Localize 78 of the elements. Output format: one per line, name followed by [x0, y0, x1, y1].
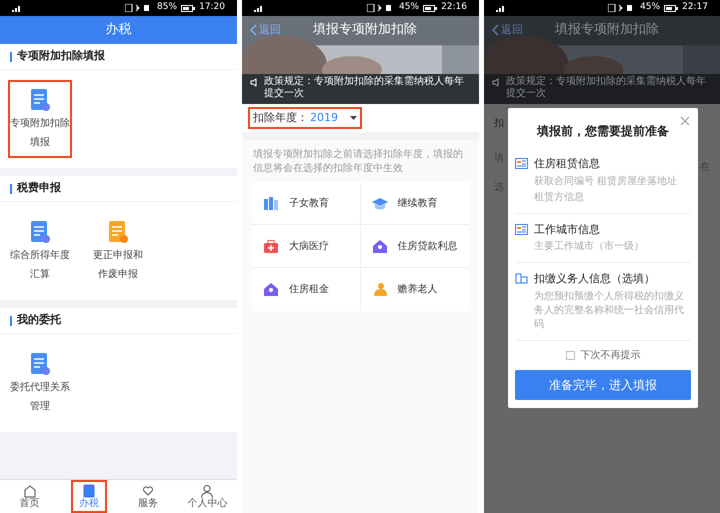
- document-icon: [30, 220, 50, 244]
- confirm-button[interactable]: 准备完毕，进入填报: [515, 370, 691, 400]
- house-icon: [372, 238, 388, 254]
- signal-icon: [496, 4, 506, 12]
- battery-percent: 85%: [157, 1, 178, 14]
- person-icon: [200, 484, 214, 498]
- year-dropdown[interactable]: 扣除年度： 2019: [248, 107, 362, 129]
- battery-icon: [181, 4, 196, 12]
- tile-label: 专项附加扣除: [10, 116, 70, 131]
- document-icon: [82, 484, 96, 498]
- tab-bar-item[interactable]: 办税: [70, 480, 107, 513]
- description-text: 填报专项附加扣除之前请选择扣除年度，填报的信息将会在选择的扣除年度中生效: [252, 148, 464, 176]
- tile-label: 更正申报和: [93, 248, 143, 263]
- category-item[interactable]: 住房租金: [252, 268, 360, 311]
- tile-label: 填报: [30, 136, 50, 150]
- tab-bar-item[interactable]: 首页: [12, 480, 48, 513]
- tile-label: 委托代理关系: [10, 380, 70, 395]
- signal-icon: [254, 4, 264, 12]
- page-title: 办税: [106, 21, 132, 40]
- document-icon: [30, 88, 50, 112]
- section-title: 税费申报: [17, 180, 61, 196]
- checkbox-label: 下次不再提示: [580, 348, 640, 362]
- item-title: 扣缴义务人信息（选填）: [534, 271, 656, 287]
- section-title: 专项附加扣除填报: [17, 48, 105, 64]
- id-card-icon: [515, 224, 528, 234]
- page-title: 填报专项附加扣除: [555, 21, 659, 40]
- item-title: 住房租赁信息: [534, 156, 601, 172]
- heart-hands-icon: [141, 484, 156, 498]
- back-chevron-icon: [492, 24, 499, 36]
- battery-icon: [423, 4, 438, 12]
- battery-icon: [664, 4, 678, 12]
- service-tile[interactable]: 更正申报和 作废申报: [86, 212, 150, 290]
- notice-text: 政策规定：专项附加扣除的采集需纳税人每年提交一次: [506, 76, 707, 100]
- signal-icon: [12, 4, 22, 12]
- clock: 17:20: [199, 1, 225, 14]
- item-description: 为您预扣预缴个人所得税的扣缴义务人的完整名称和统一社会信用代码: [534, 290, 685, 332]
- medical-kit-icon: [263, 238, 279, 254]
- partial-text: 扣: [494, 116, 504, 131]
- person-icon: [372, 282, 388, 297]
- id-card-icon: [515, 158, 528, 169]
- tile-label: 综合所得年度: [10, 248, 70, 263]
- category-item[interactable]: 住房贷款利息: [360, 225, 469, 268]
- section-title: 我的委托: [17, 312, 61, 328]
- close-icon: [680, 116, 690, 126]
- document-icon: [30, 352, 50, 376]
- item-title: 工作城市信息: [534, 222, 601, 238]
- back-chevron-icon: [250, 24, 257, 36]
- category-item[interactable]: 赡养老人: [360, 268, 469, 311]
- service-tile[interactable]: 综合所得年度 汇算: [8, 212, 72, 290]
- clock: 22:17: [682, 1, 708, 14]
- house-icon: [263, 282, 279, 297]
- tab-bar-item[interactable]: 服务: [130, 480, 166, 513]
- page-title: 填报专项附加扣除: [313, 21, 417, 40]
- graduation-cap-icon: [372, 196, 388, 210]
- category-item[interactable]: 继续教育: [360, 182, 469, 225]
- tile-label: 汇算: [30, 268, 50, 282]
- battery-percent: 45%: [399, 1, 420, 14]
- building-icon: [515, 273, 528, 284]
- item-description: 租赁方信息: [534, 190, 585, 204]
- dropdown-caret-icon: [350, 116, 357, 120]
- service-tile[interactable]: 专项附加扣除 填报: [8, 80, 72, 158]
- checkbox[interactable]: [566, 350, 574, 360]
- item-description: 获取合同编号 租赁房屋坐落地址: [534, 174, 678, 188]
- home-icon: [22, 484, 37, 498]
- tile-label: 作废申报: [98, 268, 138, 282]
- notice-text: 政策规定：专项附加扣除的采集需纳税人每年提交一次: [264, 76, 465, 100]
- close-button[interactable]: [680, 116, 690, 126]
- category-item[interactable]: 大病医疗: [252, 225, 360, 268]
- document-icon: [108, 220, 128, 244]
- dialog-title: 填报前，您需要提前准备: [536, 123, 670, 140]
- tab-bar-item[interactable]: 个人中心: [179, 480, 236, 513]
- category-item[interactable]: 子女教育: [252, 182, 360, 225]
- battery-percent: 45%: [640, 1, 660, 14]
- books-icon: [263, 196, 279, 210]
- service-tile[interactable]: 委托代理关系 管理: [8, 344, 72, 422]
- tile-label: 管理: [30, 400, 50, 414]
- item-description: 主要工作城市（市一级）: [534, 240, 644, 254]
- clock: 22:16: [441, 1, 467, 14]
